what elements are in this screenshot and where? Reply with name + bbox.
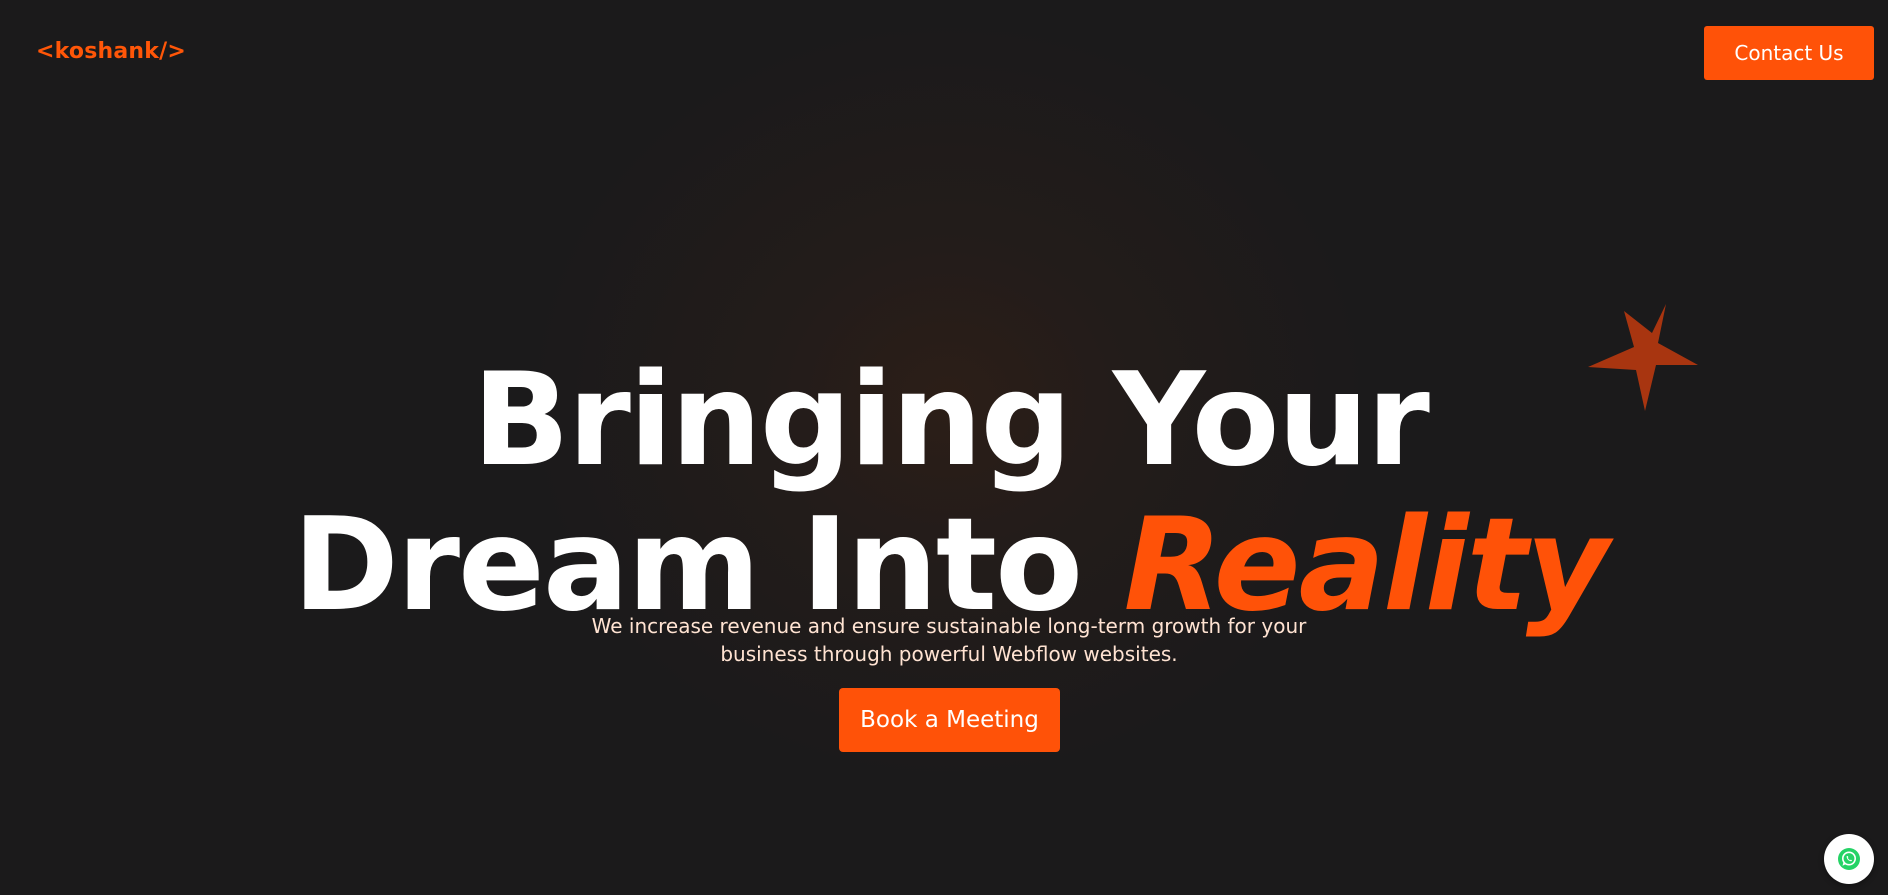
hero-subtitle: We increase revenue and ensure sustainab… (591, 614, 1307, 666)
whatsapp-button[interactable] (1824, 834, 1874, 884)
book-meeting-button[interactable]: Book a Meeting (839, 688, 1060, 752)
star-icon (1588, 304, 1698, 411)
site-logo[interactable]: <koshank/> (36, 39, 186, 64)
contact-us-button[interactable]: Contact Us (1704, 26, 1874, 80)
whatsapp-icon (1838, 848, 1860, 870)
landing-page: <koshank/> Contact Us Bringing Your Drea… (0, 0, 1888, 895)
